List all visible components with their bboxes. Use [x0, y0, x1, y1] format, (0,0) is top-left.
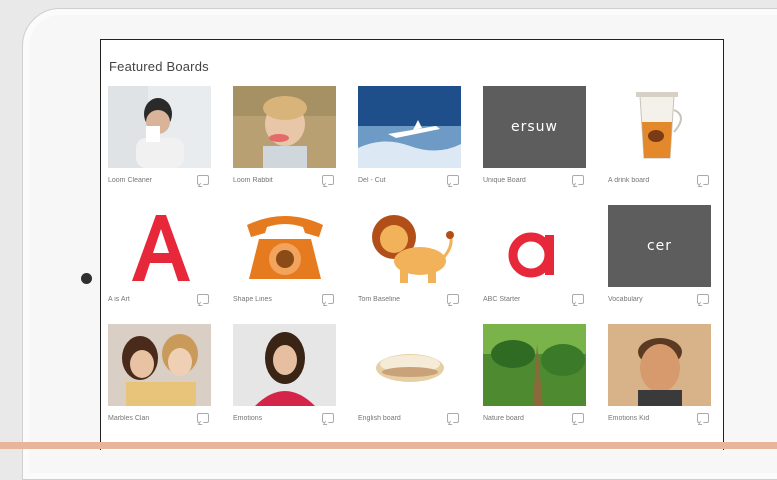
boy-face-photo-icon	[608, 324, 711, 406]
board-thumbnail[interactable]	[108, 86, 211, 168]
board-thumbnail[interactable]	[358, 86, 461, 168]
board-tile-12[interactable]: Emotions	[233, 324, 336, 425]
speech-bubble-icon[interactable]	[197, 294, 209, 304]
board-tile-5[interactable]: A drink board	[608, 86, 711, 187]
page-title: Featured Boards	[109, 59, 209, 74]
board-tile-6[interactable]: A is Art	[108, 205, 211, 306]
board-caption: Marbles Clan	[108, 414, 150, 422]
board-caption: Del - Cut	[358, 176, 386, 184]
speech-bubble-icon[interactable]	[697, 413, 709, 423]
boy-photo-icon	[108, 86, 211, 168]
lion-cartoon-icon	[358, 205, 461, 287]
board-tile-4[interactable]: ersuw Unique Board	[483, 86, 586, 187]
board-caption: A drink board	[608, 176, 650, 184]
speech-bubble-icon[interactable]	[697, 294, 709, 304]
board-caption: Loom Rabbit	[233, 176, 273, 184]
bottom-divider	[0, 442, 777, 449]
board-tile-3[interactable]: Del - Cut	[358, 86, 461, 187]
board-thumbnail[interactable]: cer	[608, 205, 711, 287]
speech-bubble-icon[interactable]	[572, 413, 584, 423]
board-thumbnail[interactable]	[608, 324, 711, 406]
board-thumbnail-text: cer	[646, 238, 673, 254]
board-caption: A is Art	[108, 295, 130, 303]
telephone-icon	[233, 205, 336, 287]
board-tile-8[interactable]: Tom Baseline	[358, 205, 461, 306]
board-tile-7[interactable]: Shape Lines	[233, 205, 336, 306]
board-caption: ABC Starter	[483, 295, 521, 303]
speech-bubble-icon[interactable]	[322, 294, 334, 304]
board-caption: Emotions Kid	[608, 414, 650, 422]
nature-photo-icon	[483, 324, 586, 406]
board-tile-15[interactable]: Emotions Kid	[608, 324, 711, 425]
lowercase-a-icon	[483, 205, 586, 287]
home-button-dot[interactable]	[81, 273, 92, 284]
board-thumbnail[interactable]	[233, 86, 336, 168]
board-thumbnail[interactable]	[358, 205, 461, 287]
board-tile-1[interactable]: Loom Cleaner	[108, 86, 211, 187]
board-tile-11[interactable]: Marbles Clan	[108, 324, 211, 425]
board-tile-9[interactable]: ABC Starter	[483, 205, 586, 306]
speech-bubble-icon[interactable]	[322, 413, 334, 423]
speech-bubble-icon[interactable]	[197, 413, 209, 423]
board-tile-2[interactable]: Loom Rabbit	[233, 86, 336, 187]
board-caption: Vocabulary	[608, 295, 643, 303]
board-caption: Loom Cleaner	[108, 176, 152, 184]
tea-glass-icon	[608, 86, 711, 168]
board-caption: Unique Board	[483, 176, 526, 184]
board-thumbnail[interactable]	[483, 324, 586, 406]
speech-bubble-icon[interactable]	[447, 413, 459, 423]
airplane-photo-icon	[358, 86, 461, 168]
board-thumbnail[interactable]: ersuw	[483, 86, 586, 168]
board-thumbnail[interactable]	[358, 324, 461, 406]
sandwich-icon	[358, 324, 461, 406]
women-photo-icon	[108, 324, 211, 406]
speech-bubble-icon[interactable]	[197, 175, 209, 185]
board-thumbnail[interactable]	[233, 205, 336, 287]
board-thumbnail[interactable]	[608, 86, 711, 168]
app-screen: Featured Boards Loom Cleaner Loom Rabbit…	[100, 39, 724, 450]
board-tile-13[interactable]: English board	[358, 324, 461, 425]
speech-bubble-icon[interactable]	[572, 294, 584, 304]
board-caption: Nature board	[483, 414, 524, 422]
board-caption: English board	[358, 414, 401, 422]
board-thumbnail[interactable]	[108, 205, 211, 287]
board-caption: Tom Baseline	[358, 295, 401, 303]
letter-a-icon	[108, 205, 211, 287]
woman-photo-icon	[233, 324, 336, 406]
speech-bubble-icon[interactable]	[322, 175, 334, 185]
speech-bubble-icon[interactable]	[447, 175, 459, 185]
board-thumbnail[interactable]	[483, 205, 586, 287]
speech-bubble-icon[interactable]	[697, 175, 709, 185]
board-caption: Shape Lines	[233, 295, 272, 303]
speech-bubble-icon[interactable]	[572, 175, 584, 185]
board-thumbnail[interactable]	[108, 324, 211, 406]
board-tile-14[interactable]: Nature board	[483, 324, 586, 425]
board-caption: Emotions	[233, 414, 263, 422]
child-photo-icon	[233, 86, 336, 168]
board-thumbnail-text: ersuw	[511, 119, 558, 135]
board-tile-10[interactable]: cer Vocabulary	[608, 205, 711, 306]
board-thumbnail[interactable]	[233, 324, 336, 406]
speech-bubble-icon[interactable]	[447, 294, 459, 304]
